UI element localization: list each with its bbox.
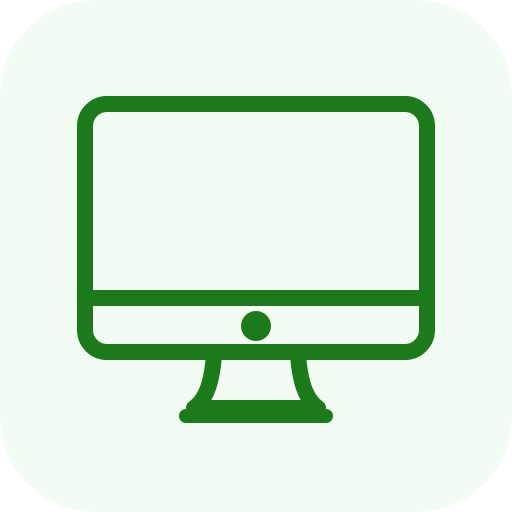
icon-background	[0, 0, 512, 512]
desktop-computer-icon	[0, 0, 512, 512]
desktop-computer-app-icon[interactable]	[0, 0, 512, 512]
power-dot	[241, 311, 271, 341]
